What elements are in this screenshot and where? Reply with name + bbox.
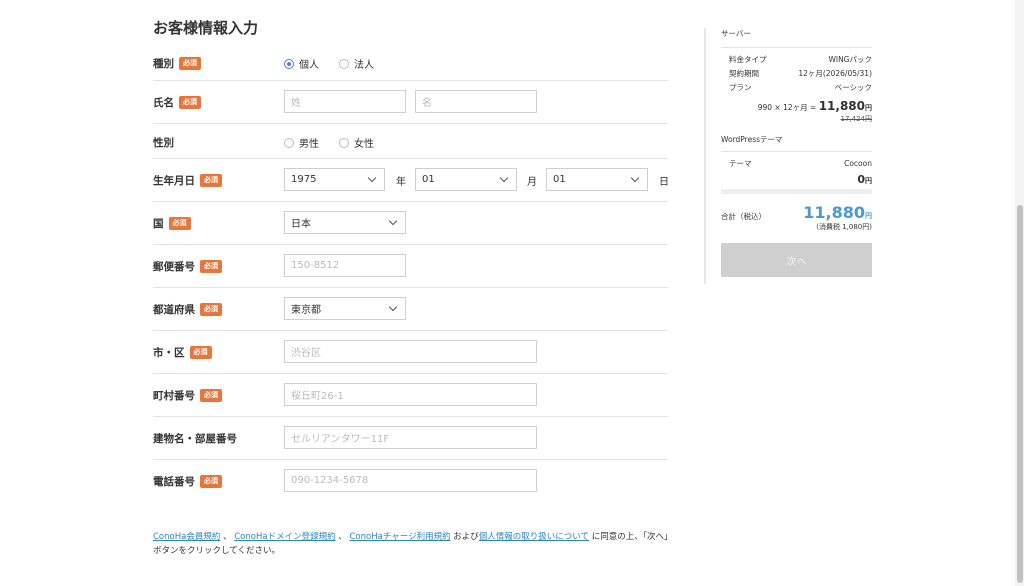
prefecture-row: 都道府県 必須 東京都 — [153, 288, 668, 331]
required-badge: 必須 — [179, 57, 201, 70]
year-unit: 年 — [396, 177, 406, 188]
gender-label: 性別 — [153, 137, 174, 149]
required-badge: 必須 — [200, 174, 222, 187]
phone-row: 電話番号 必須 090-1234-5678 — [153, 460, 668, 503]
birth-month-select[interactable]: 01 — [415, 168, 517, 191]
total-amount: 11,880円 — [803, 203, 872, 222]
radio-unchecked-icon — [284, 137, 294, 148]
postal-row: 郵便番号 必須 150-8512 — [153, 245, 668, 288]
country-select[interactable]: 日本 — [284, 211, 406, 234]
prefecture-label: 都道府県 — [153, 304, 195, 316]
server-item: プラン ベーシック — [729, 83, 872, 92]
page-title: お客様情報入力 — [153, 19, 259, 37]
gender-row: 性別 男性 女性 — [153, 124, 668, 159]
country-row: 国 必須 日本 — [153, 202, 668, 245]
privacy-policy-link[interactable]: 個人情報の取り扱いについて — [479, 532, 589, 542]
required-badge: 必須 — [200, 303, 222, 316]
gender-radio-group: 男性 女性 — [284, 135, 394, 150]
day-unit: 日 — [659, 177, 669, 188]
chevron-down-icon — [499, 173, 509, 183]
type-label: 種別 — [153, 58, 174, 70]
required-badge: 必須 — [179, 96, 201, 109]
gender-radio-female[interactable]: 女性 — [339, 135, 374, 150]
server-item: 料金タイプ WINGパック — [729, 55, 872, 64]
required-badge: 必須 — [189, 346, 212, 359]
conoha-domain-terms-link[interactable]: ConoHaドメイン登録規約 — [234, 532, 335, 542]
required-badge: 必須 — [168, 217, 191, 230]
birth-year-select[interactable]: 1975 — [284, 168, 385, 191]
chevron-down-icon — [367, 173, 377, 183]
server-details: 料金タイプ WINGパック 契約期間 12ヶ月(2026/05/31) プラン … — [721, 47, 872, 124]
theme-details: テーマ Cocoon 0円 — [721, 151, 872, 186]
type-radio-corporate[interactable]: 法人 — [339, 56, 374, 71]
scrollbar-thumb[interactable] — [1017, 205, 1023, 583]
birth-day-select[interactable]: 01 — [546, 168, 648, 191]
order-summary: サーバー 料金タイプ WINGパック 契約期間 12ヶ月(2026/05/31)… — [704, 28, 872, 284]
radio-checked-icon — [284, 58, 294, 69]
city-row: 市・区 必須 渋谷区 — [153, 331, 668, 374]
terms-notice: ConoHa会員規約 、 ConoHaドメイン登録規約 、 ConoHaチャージ… — [153, 532, 673, 556]
phone-input[interactable]: 090-1234-5678 — [284, 469, 537, 492]
postal-label: 郵便番号 — [153, 261, 195, 273]
last-name-input[interactable]: 姓 — [284, 90, 406, 113]
radio-unchecked-icon — [339, 137, 349, 148]
chevron-down-icon — [388, 216, 398, 226]
radio-unchecked-icon — [339, 58, 349, 69]
first-name-input[interactable]: 名 — [415, 90, 537, 113]
town-input[interactable]: 桜丘町26-1 — [284, 383, 537, 406]
name-row: 氏名 必須 姓 名 — [153, 81, 668, 124]
total-section: 合計（税込） 11,880円 (消費税 1,080円) — [721, 203, 872, 232]
server-price: 990 × 12ヶ月 = 11,880円 — [757, 99, 872, 113]
building-input[interactable]: セルリアンタワー11F — [284, 426, 537, 449]
original-price: 17,424円 — [840, 115, 873, 123]
required-badge: 必須 — [200, 260, 222, 273]
birthdate-label: 生年月日 — [153, 175, 195, 187]
wordpress-section-title: WordPressテーマ — [721, 135, 783, 144]
phone-label: 電話番号 — [153, 476, 195, 488]
conoha-member-terms-link[interactable]: ConoHa会員規約 — [153, 532, 220, 542]
birthdate-row: 生年月日 必須 1975 年 01 月 01 日 — [153, 159, 669, 202]
chevron-down-icon — [630, 173, 640, 183]
city-label: 市・区 — [153, 347, 185, 359]
scrollbar-track[interactable] — [1015, 0, 1024, 586]
server-item: 契約期間 12ヶ月(2026/05/31) — [729, 69, 872, 78]
chevron-down-icon — [388, 302, 398, 312]
building-row: 建物名・部屋番号 セルリアンタワー11F — [153, 417, 668, 460]
city-input[interactable]: 渋谷区 — [284, 340, 537, 363]
month-unit: 月 — [527, 177, 537, 188]
theme-price: 0円 — [857, 173, 872, 186]
server-section-title: サーバー — [721, 29, 751, 38]
tax-note: (消費税 1,080円) — [816, 223, 872, 231]
building-label: 建物名・部屋番号 — [153, 433, 237, 445]
country-label: 国 — [153, 218, 164, 230]
type-radio-group: 個人 法人 — [284, 56, 394, 71]
gender-radio-male[interactable]: 男性 — [284, 135, 319, 150]
next-button[interactable]: 次へ — [721, 243, 872, 277]
name-label: 氏名 — [153, 97, 174, 109]
total-label: 合計（税込） — [721, 212, 766, 221]
required-badge: 必須 — [200, 475, 222, 488]
town-row: 町村番号 必須 桜丘町26-1 — [153, 374, 668, 417]
required-badge: 必須 — [200, 389, 222, 402]
divider-bar — [721, 189, 872, 194]
town-label: 町村番号 — [153, 390, 195, 402]
postal-input[interactable]: 150-8512 — [284, 254, 406, 277]
conoha-charge-terms-link[interactable]: ConoHaチャージ利用規約 — [350, 532, 451, 542]
theme-item: テーマ Cocoon — [729, 159, 872, 168]
type-radio-individual[interactable]: 個人 — [284, 56, 319, 71]
prefecture-select[interactable]: 東京都 — [284, 297, 406, 320]
type-row: 種別 必須 個人 法人 — [153, 45, 668, 81]
